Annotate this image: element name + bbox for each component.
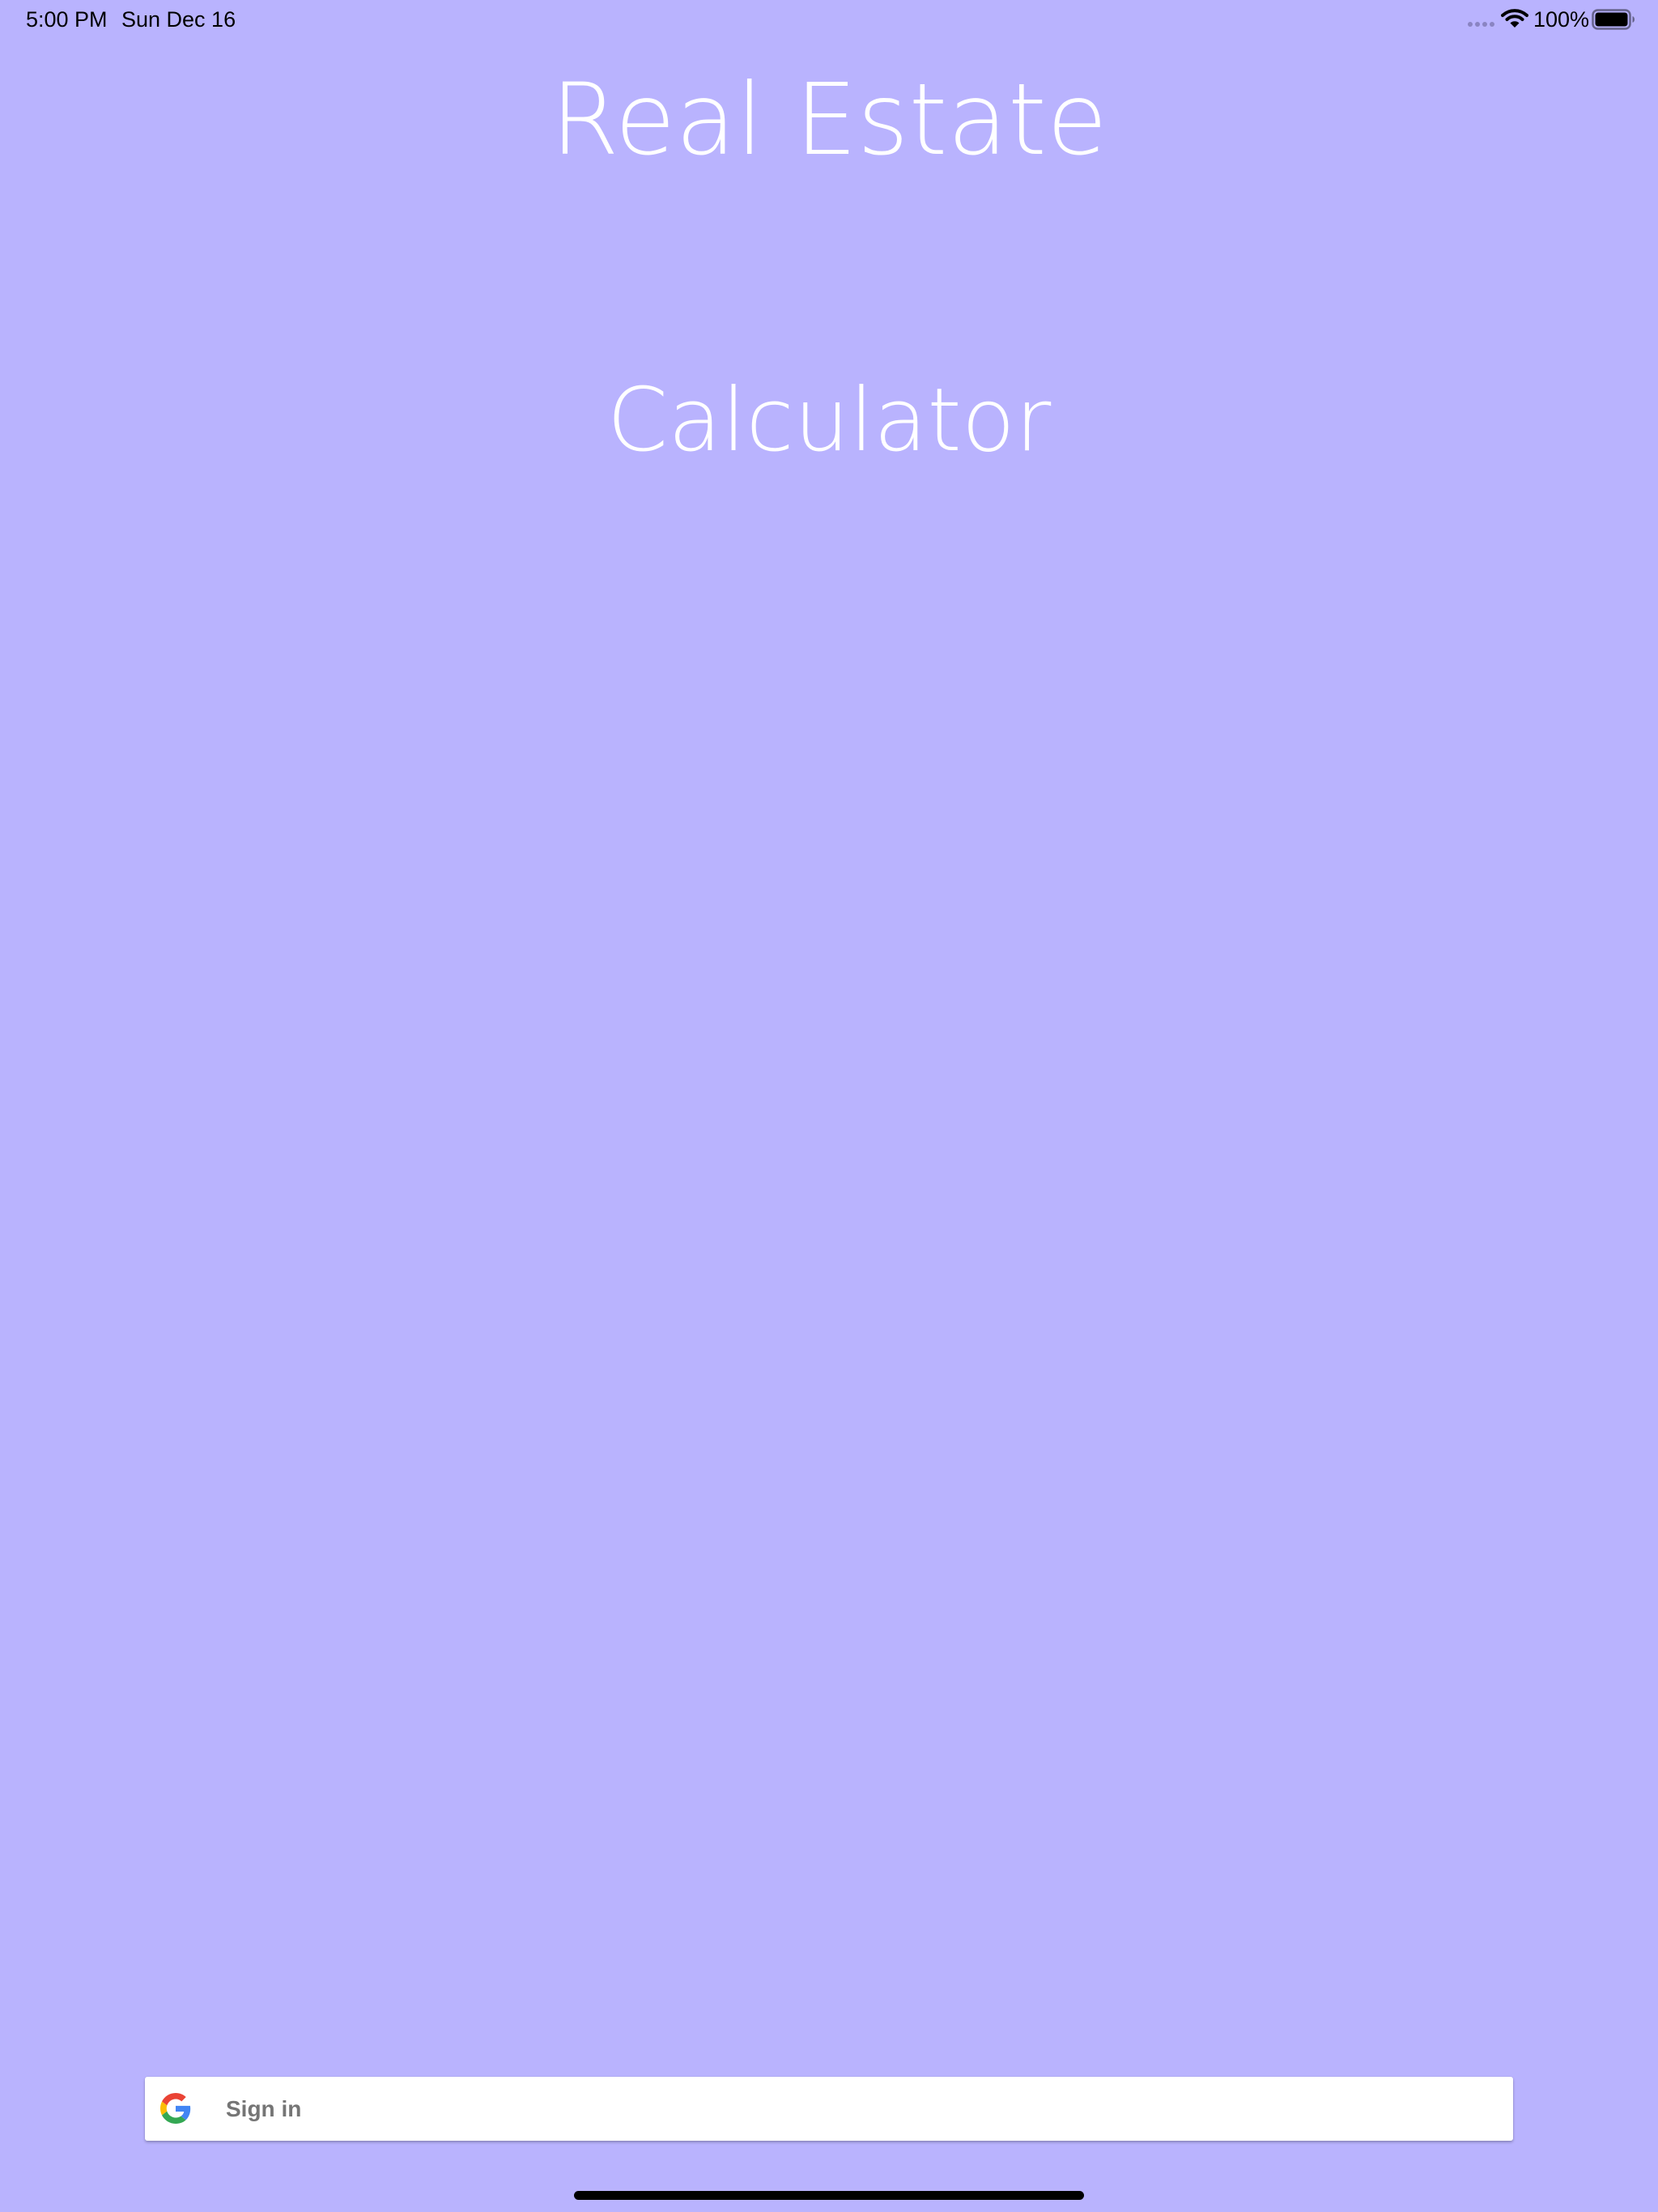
- wifi-icon: [1501, 9, 1528, 28]
- battery-percent: 100%: [1533, 7, 1590, 32]
- home-indicator[interactable]: [574, 2191, 1084, 2200]
- google-icon: [160, 2093, 191, 2124]
- status-date: Sun Dec 16: [121, 7, 236, 32]
- sign-in-label: Sign in: [226, 2096, 302, 2121]
- battery-icon: [1592, 9, 1635, 30]
- status-bar: 5:00 PM Sun Dec 16 100%: [0, 0, 1658, 39]
- title-line-1: Real Estate: [551, 62, 1107, 177]
- status-time: 5:00 PM: [26, 7, 108, 32]
- google-sign-in-button[interactable]: Sign in: [145, 2077, 1513, 2141]
- title-line-2: Calculator: [606, 370, 1052, 471]
- signal-dots-icon: [1468, 22, 1494, 27]
